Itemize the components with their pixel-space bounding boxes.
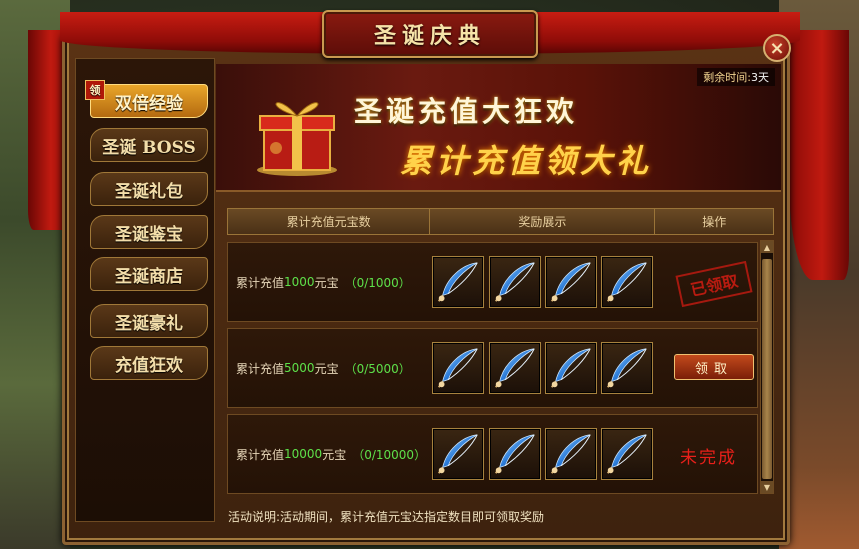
sidebar-item-christmas-appraisal[interactable]: 圣诞鉴宝	[90, 215, 208, 249]
sidebar-item-label: 圣诞商店	[115, 266, 183, 287]
reward-slot-feather-icon[interactable]	[489, 342, 541, 394]
sidebar-item-label: 圣诞礼包	[115, 181, 183, 202]
requirement-progress: （0/1000）	[344, 275, 411, 290]
banner-headline: 圣诞充值大狂欢	[354, 95, 579, 128]
requirement-prefix: 累计充值	[236, 361, 285, 376]
reward-slot-feather-icon[interactable]	[545, 256, 597, 308]
sidebar-item-label: 圣诞鉴宝	[115, 224, 183, 245]
banner-subheadline: 累计充值领大礼	[400, 142, 653, 180]
claim-button[interactable]: 领取	[674, 354, 754, 380]
countdown-label: 剩余时间:	[703, 71, 751, 84]
countdown-value: 3天	[751, 71, 769, 84]
column-header-amount: 累计充值元宝数	[228, 209, 431, 234]
scroll-down-icon[interactable]: ▼	[761, 481, 773, 493]
reward-slot-feather-icon[interactable]	[601, 256, 653, 308]
scroll-thumb[interactable]	[762, 259, 772, 479]
curtain-right	[789, 30, 849, 280]
sidebar-item-recharge-carnival[interactable]: 充值狂欢	[90, 346, 208, 380]
reward-slot-feather-icon[interactable]	[432, 342, 484, 394]
requirement-amount: 5000	[284, 361, 315, 375]
reward-slot-feather-icon[interactable]	[489, 256, 541, 308]
reward-row: 累计充值 1000 元宝 （0/1000） 已领取	[227, 242, 758, 322]
requirement-suffix: 元宝	[314, 361, 339, 376]
reward-slot-feather-icon[interactable]	[545, 342, 597, 394]
claim-badge: 领	[85, 80, 105, 100]
window-title: 圣诞庆典	[373, 23, 486, 49]
row-requirement: 累计充值 5000 元宝 （0/5000）	[236, 329, 411, 407]
requirement-progress: （0/10000）	[352, 447, 427, 462]
close-icon: ×	[769, 37, 785, 59]
requirement-prefix: 累计充值	[236, 275, 285, 290]
reward-slot-feather-icon[interactable]	[545, 428, 597, 480]
reward-row: 累计充值 10000 元宝 （0/10000） 未完成	[227, 414, 758, 494]
column-header-rewards: 奖励展示	[430, 209, 656, 234]
column-header-action: 操作	[702, 215, 727, 229]
requirement-suffix: 元宝	[322, 447, 347, 462]
gift-box-icon	[257, 102, 337, 176]
sidebar-item-christmas-gift[interactable]: 圣诞豪礼	[90, 304, 208, 338]
requirement-amount: 10000	[284, 447, 323, 461]
requirement-suffix: 元宝	[314, 275, 339, 290]
requirement-prefix: 累计充值	[236, 447, 285, 462]
reward-slot-feather-icon[interactable]	[601, 428, 653, 480]
row-requirement: 累计充值 10000 元宝 （0/10000）	[236, 415, 426, 493]
reward-slot-feather-icon[interactable]	[489, 428, 541, 480]
requirement-progress: （0/5000）	[344, 361, 411, 376]
incomplete-status: 未完成	[680, 448, 737, 468]
sidebar-item-christmas-boss[interactable]: 圣诞 BOSS	[90, 128, 208, 162]
window-title-plate: 圣诞庆典	[322, 10, 538, 58]
reward-row: 累计充值 5000 元宝 （0/5000） 领取	[227, 328, 758, 408]
sidebar-item-label: 双倍经验	[115, 93, 183, 114]
countdown: 剩余时间: 3天	[697, 68, 775, 86]
scroll-up-icon[interactable]: ▲	[761, 241, 773, 253]
row-requirement: 累计充值 1000 元宝 （0/1000）	[236, 243, 411, 321]
sidebar-item-label: 充值狂欢	[115, 355, 183, 376]
sidebar-item-label: 圣诞豪礼	[115, 313, 183, 334]
reward-scrollbar[interactable]: ▲ ▼	[760, 240, 774, 494]
requirement-amount: 1000	[284, 275, 315, 289]
reward-slot-feather-icon[interactable]	[432, 256, 484, 308]
reward-slot-feather-icon[interactable]	[432, 428, 484, 480]
sidebar-item-label: 圣诞 BOSS	[102, 137, 196, 158]
close-button[interactable]: ×	[763, 34, 791, 62]
reward-slot-feather-icon[interactable]	[601, 342, 653, 394]
event-banner: 剩余时间: 3天 圣诞充值大狂欢 累计充值领大礼	[216, 64, 781, 192]
sidebar-item-christmas-shop[interactable]: 圣诞商店	[90, 257, 208, 291]
reward-table-header: 累计充值元宝数 奖励展示 操作	[227, 208, 774, 235]
event-sidebar: 领 双倍经验 圣诞 BOSS 圣诞礼包 圣诞鉴宝 圣诞商店 圣诞豪礼 充值狂欢	[75, 58, 215, 522]
sidebar-item-double-exp[interactable]: 领 双倍经验	[85, 80, 208, 118]
event-description: 活动说明:活动期间，累计充值元宝达指定数目即可领取奖励	[228, 510, 545, 524]
claimed-stamp: 已领取	[675, 260, 753, 308]
sidebar-item-christmas-pack[interactable]: 圣诞礼包	[90, 172, 208, 206]
